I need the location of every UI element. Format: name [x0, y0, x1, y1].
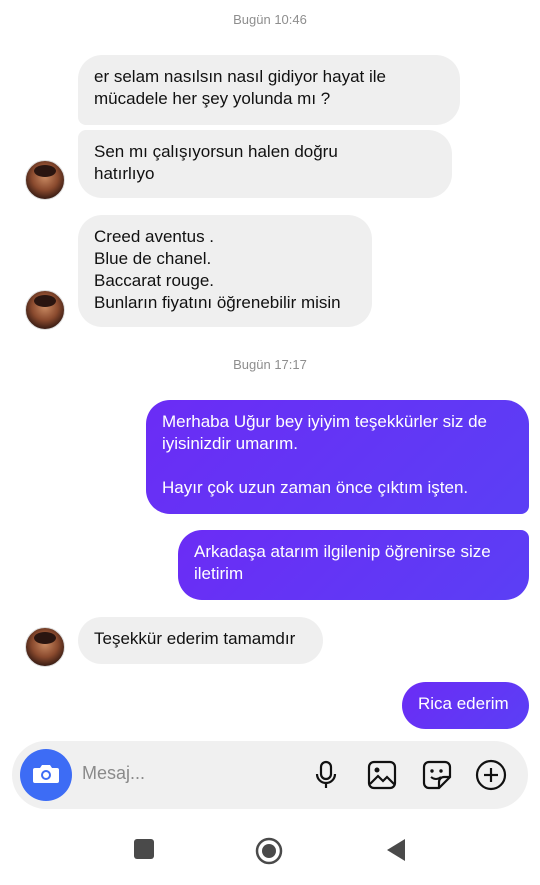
recents-nav-button[interactable] — [133, 838, 155, 865]
timestamp: Bugün 10:46 — [233, 12, 307, 27]
plus-circle-icon[interactable] — [474, 758, 508, 792]
incoming-message[interactable]: Teşekkür ederim tamamdır — [78, 617, 323, 664]
back-nav-button[interactable] — [385, 838, 407, 867]
camera-button[interactable] — [20, 749, 72, 801]
message-composer: Mesaj... — [12, 741, 528, 809]
avatar[interactable] — [25, 160, 65, 200]
sticker-icon[interactable] — [420, 758, 454, 792]
timestamp: Bugün 17:17 — [233, 357, 307, 372]
square-icon — [133, 839, 155, 864]
outgoing-message[interactable]: Arkadaşa atarım ilgilenip öğrenirse size… — [178, 530, 529, 600]
microphone-icon[interactable] — [309, 758, 343, 792]
image-icon[interactable] — [365, 758, 399, 792]
outgoing-message[interactable]: Rica ederim — [402, 682, 529, 729]
incoming-message[interactable]: Sen mı çalışıyorsun halen doğru hatırlıy… — [78, 130, 452, 198]
triangle-back-icon — [385, 839, 407, 866]
home-nav-button[interactable] — [255, 837, 283, 870]
avatar[interactable] — [25, 627, 65, 667]
avatar[interactable] — [25, 290, 65, 330]
camera-icon — [32, 761, 60, 790]
outgoing-message[interactable]: Merhaba Uğur bey iyiyim teşekkürler siz … — [146, 400, 529, 514]
incoming-message[interactable]: er selam nasılsın nasıl gidiyor hayat il… — [78, 55, 460, 125]
message-input[interactable]: Mesaj... — [82, 763, 145, 784]
circle-icon — [255, 837, 283, 869]
incoming-message[interactable]: Creed aventus . Blue de chanel. Baccarat… — [78, 215, 372, 327]
